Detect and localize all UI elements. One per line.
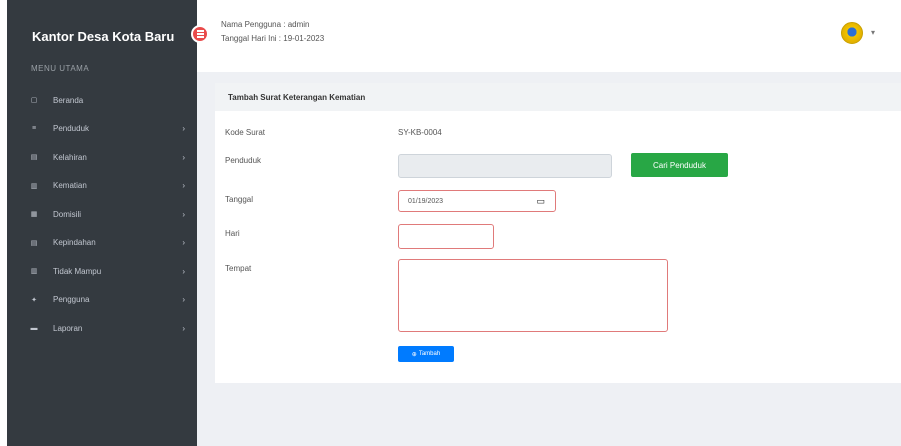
sidebar-item-label: Tidak Mampu <box>53 266 102 276</box>
cross-icon: ▥ <box>30 182 38 190</box>
truck-icon: ▤ <box>30 239 38 247</box>
hand-icon: ▥ <box>30 268 38 276</box>
sidebar-item-kepindahan[interactable]: ▤ Kepindahan › <box>7 229 197 258</box>
menu-header: MENU UTAMA <box>31 64 90 73</box>
cari-penduduk-button[interactable]: Cari Penduduk <box>631 153 728 177</box>
sidebar-item-label: Pengguna <box>53 295 90 305</box>
village-logo-icon[interactable] <box>841 22 863 44</box>
chevron-right-icon: › <box>182 181 185 191</box>
tempat-textarea[interactable] <box>398 259 668 332</box>
users-icon: ≡ <box>31 125 37 133</box>
sidebar-item-tidak-mampu[interactable]: ▥ Tidak Mampu › <box>7 257 197 286</box>
chevron-right-icon: › <box>182 266 185 276</box>
sidebar-item-domisili[interactable]: ▦ Domisili › <box>7 200 197 229</box>
form-title: Tambah Surat Keterangan Kematian <box>215 83 901 111</box>
chevron-right-icon: › <box>182 152 185 162</box>
hamburger-icon <box>196 33 204 35</box>
hari-label: Hari <box>225 229 240 238</box>
user-info: Nama Pengguna : admin Tanggal Hari Ini :… <box>221 18 324 46</box>
tempat-label: Tempat <box>225 264 252 273</box>
sidebar-item-label: Penduduk <box>53 124 90 134</box>
tanggal-input[interactable]: 01/19/2023 ▭ <box>398 190 556 212</box>
sidebar-item-beranda[interactable]: ▢ Beranda <box>7 86 197 115</box>
sidebar-item-pengguna[interactable]: ✦ Pengguna › <box>7 286 197 315</box>
sidebar-item-kelahiran[interactable]: ▤ Kelahiran › <box>7 143 197 172</box>
tambah-button[interactable]: ⊕ Tambah <box>398 346 454 362</box>
sidebar-menu: ▢ Beranda ≡ Penduduk › ▤ Kelahiran › ▥ Kematian › ▦… <box>7 86 197 343</box>
sidebar-item-label: Domisili <box>53 209 81 219</box>
chevron-right-icon: › <box>182 295 185 305</box>
sidebar-item-label: Kelahiran <box>53 152 87 162</box>
chevron-down-icon[interactable]: ▾ <box>871 28 875 37</box>
username-text: Nama Pengguna : admin <box>221 20 310 29</box>
sidebar-toggle-button[interactable] <box>191 25 209 43</box>
sidebar-item-label: Laporan <box>53 323 83 333</box>
kode-surat-value: SY-KB-0004 <box>398 128 442 137</box>
calendar-icon[interactable]: ▭ <box>536 196 545 207</box>
topbar: Nama Pengguna : admin Tanggal Hari Ini :… <box>197 0 901 72</box>
penduduk-input[interactable] <box>398 154 612 178</box>
plus-circle-icon: ⊕ <box>411 351 417 358</box>
house-icon: ▦ <box>30 211 38 219</box>
sidebar: Kantor Desa Kota Baru MENU UTAMA ▢ Berand… <box>7 0 197 446</box>
kode-surat-label: Kode Surat <box>225 128 266 137</box>
tanggal-label: Tanggal <box>225 195 254 204</box>
app-frame: Kantor Desa Kota Baru MENU UTAMA ▢ Berand… <box>7 0 901 446</box>
sidebar-item-kematian[interactable]: ▥ Kematian › <box>7 172 197 201</box>
form-card: Tambah Surat Keterangan Kematian Kode Su… <box>215 83 901 383</box>
hari-input[interactable] <box>398 224 494 249</box>
chevron-right-icon: › <box>182 124 185 134</box>
chevron-right-icon: › <box>182 209 185 219</box>
date-text: Tanggal Hari Ini : 19-01-2023 <box>221 34 325 43</box>
tambah-button-label: Tambah <box>418 351 441 357</box>
chevron-right-icon: › <box>182 323 185 333</box>
sidebar-item-laporan[interactable]: ▬ Laporan › <box>7 314 197 343</box>
sidebar-item-label: Beranda <box>53 95 84 105</box>
sidebar-item-label: Kepindahan <box>53 238 96 248</box>
sidebar-item-penduduk[interactable]: ≡ Penduduk › <box>7 115 197 144</box>
home-icon: ▢ <box>30 97 38 105</box>
sidebar-item-label: Kematian <box>53 181 87 191</box>
user-icon: ✦ <box>31 296 37 304</box>
brand-title[interactable]: Kantor Desa Kota Baru <box>7 0 197 72</box>
baby-icon: ▤ <box>30 154 38 162</box>
penduduk-label: Penduduk <box>225 156 262 165</box>
chevron-right-icon: › <box>182 238 185 248</box>
tanggal-value: 01/19/2023 <box>408 197 444 205</box>
report-icon: ▬ <box>30 324 38 332</box>
